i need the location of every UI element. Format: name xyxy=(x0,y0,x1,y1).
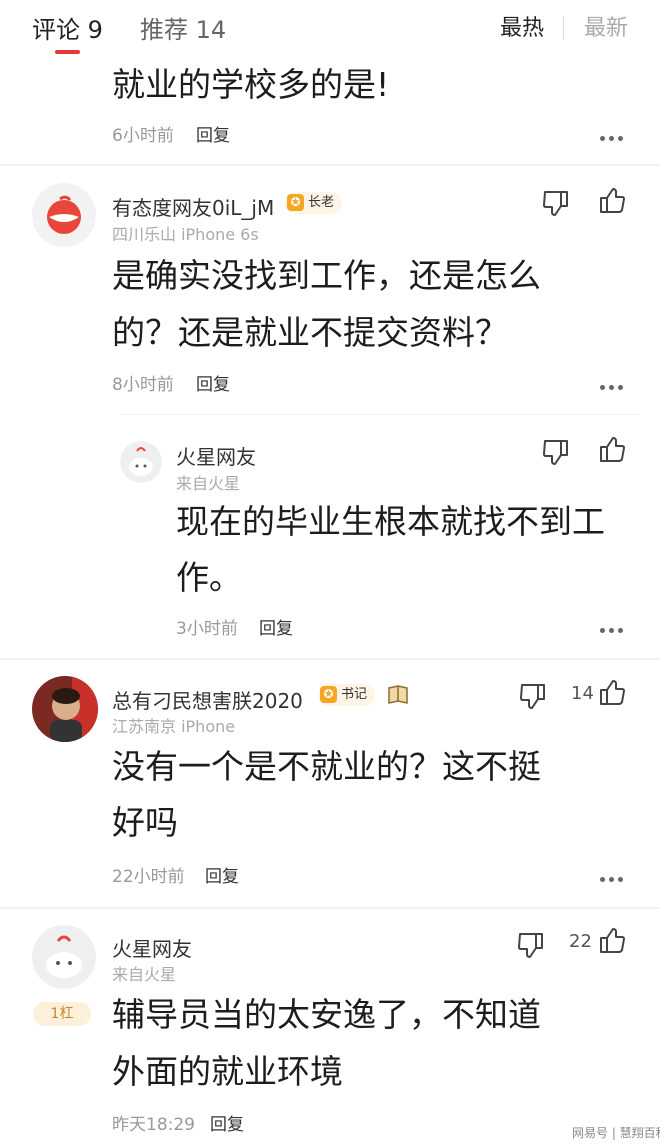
user-badge: ✪ 长老 xyxy=(285,192,343,214)
avatar[interactable] xyxy=(120,441,162,483)
floor-badge: 1杠 xyxy=(33,1002,91,1026)
thumb-down-icon[interactable] xyxy=(541,188,571,218)
like-count: 14 xyxy=(571,683,594,704)
comment-time: 昨天18:29 xyxy=(112,1115,195,1135)
avatar[interactable] xyxy=(32,183,96,247)
more-dots-icon[interactable] xyxy=(600,877,624,883)
thumb-down-icon[interactable] xyxy=(541,437,571,467)
reply-button[interactable]: 回复 xyxy=(196,370,230,395)
reply-button[interactable]: 回复 xyxy=(259,614,293,639)
username[interactable]: 有态度网友0iL_jM xyxy=(112,192,274,221)
divider xyxy=(0,658,660,660)
comment-text-line2: 外面的就业环境 xyxy=(112,1052,343,1091)
comment-text-line1: 没有一个是不就业的？这不挺 xyxy=(112,747,541,786)
watermark: 网易号 | 慧翔百科 xyxy=(572,1126,660,1140)
thumb-up-icon[interactable] xyxy=(597,186,627,216)
avatar[interactable] xyxy=(32,676,98,742)
divider xyxy=(0,164,660,166)
active-tab-indicator xyxy=(55,50,80,54)
thumb-up-icon[interactable] xyxy=(597,678,627,708)
reply-button[interactable]: 回复 xyxy=(196,121,230,146)
book-icon xyxy=(388,685,408,704)
username[interactable]: 火星网友 xyxy=(176,441,256,470)
tab-comments[interactable]: 评论 9 xyxy=(32,10,103,45)
reply-text-line2: 作。 xyxy=(176,558,242,597)
user-location: 四川乐山 iPhone 6s xyxy=(112,225,259,244)
thumb-down-icon[interactable] xyxy=(518,681,548,711)
comment-text-line2: 好吗 xyxy=(112,803,178,842)
comment-time: 8小时前 xyxy=(112,375,174,395)
user-badge: ✪ 书记 xyxy=(318,684,376,706)
sort-divider xyxy=(563,16,564,40)
user-location: 江苏南京 iPhone xyxy=(112,717,236,736)
user-location: 来自火星 xyxy=(112,965,177,984)
comment-time: 6小时前 xyxy=(112,126,174,146)
username[interactable]: 火星网友 xyxy=(112,933,192,962)
user-location: 来自火星 xyxy=(176,474,241,493)
sort-new-button[interactable]: 最新 xyxy=(584,10,628,42)
more-dots-icon[interactable] xyxy=(600,136,624,142)
comment-time: 3小时前 xyxy=(176,619,238,639)
like-count: 22 xyxy=(569,931,592,952)
reply-button[interactable]: 回复 xyxy=(205,862,239,887)
divider xyxy=(0,907,660,909)
tab-recommend[interactable]: 推荐 14 xyxy=(140,10,226,45)
sort-hot-button[interactable]: 最热 xyxy=(500,10,544,42)
medal-icon: ✪ xyxy=(287,194,304,211)
comment-time: 22小时前 xyxy=(112,867,185,887)
divider xyxy=(120,414,640,415)
comment-text: 就业的学校多的是! xyxy=(112,65,390,104)
thumb-up-icon[interactable] xyxy=(597,435,627,465)
username[interactable]: 总有刁民想害朕2020 xyxy=(112,685,303,714)
avatar[interactable] xyxy=(32,925,96,989)
medal-icon: ✪ xyxy=(320,686,337,703)
thumb-down-icon[interactable] xyxy=(516,930,546,960)
reply-text-line1: 现在的毕业生根本就找不到工 xyxy=(176,502,605,541)
thumb-up-icon[interactable] xyxy=(597,926,627,956)
reply-button[interactable]: 回复 xyxy=(210,1110,244,1135)
comment-text-line1: 是确实没找到工作，还是怎么 xyxy=(112,256,541,295)
more-dots-icon[interactable] xyxy=(600,628,624,634)
comment-text-line1: 辅导员当的太安逸了，不知道 xyxy=(112,995,541,1034)
more-dots-icon[interactable] xyxy=(600,385,624,391)
comment-text-line2: 的？还是就业不提交资料？ xyxy=(112,313,508,352)
